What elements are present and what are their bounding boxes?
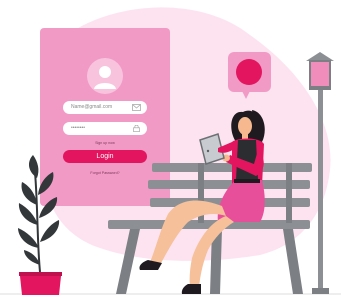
potted-plant bbox=[18, 155, 62, 295]
lamp-post bbox=[306, 52, 334, 294]
login-illustration: Name@gmail.com •••••••• Sign up now Logi… bbox=[0, 0, 341, 298]
foreground-art bbox=[18, 52, 334, 295]
chat-bubble-icon bbox=[228, 52, 271, 99]
